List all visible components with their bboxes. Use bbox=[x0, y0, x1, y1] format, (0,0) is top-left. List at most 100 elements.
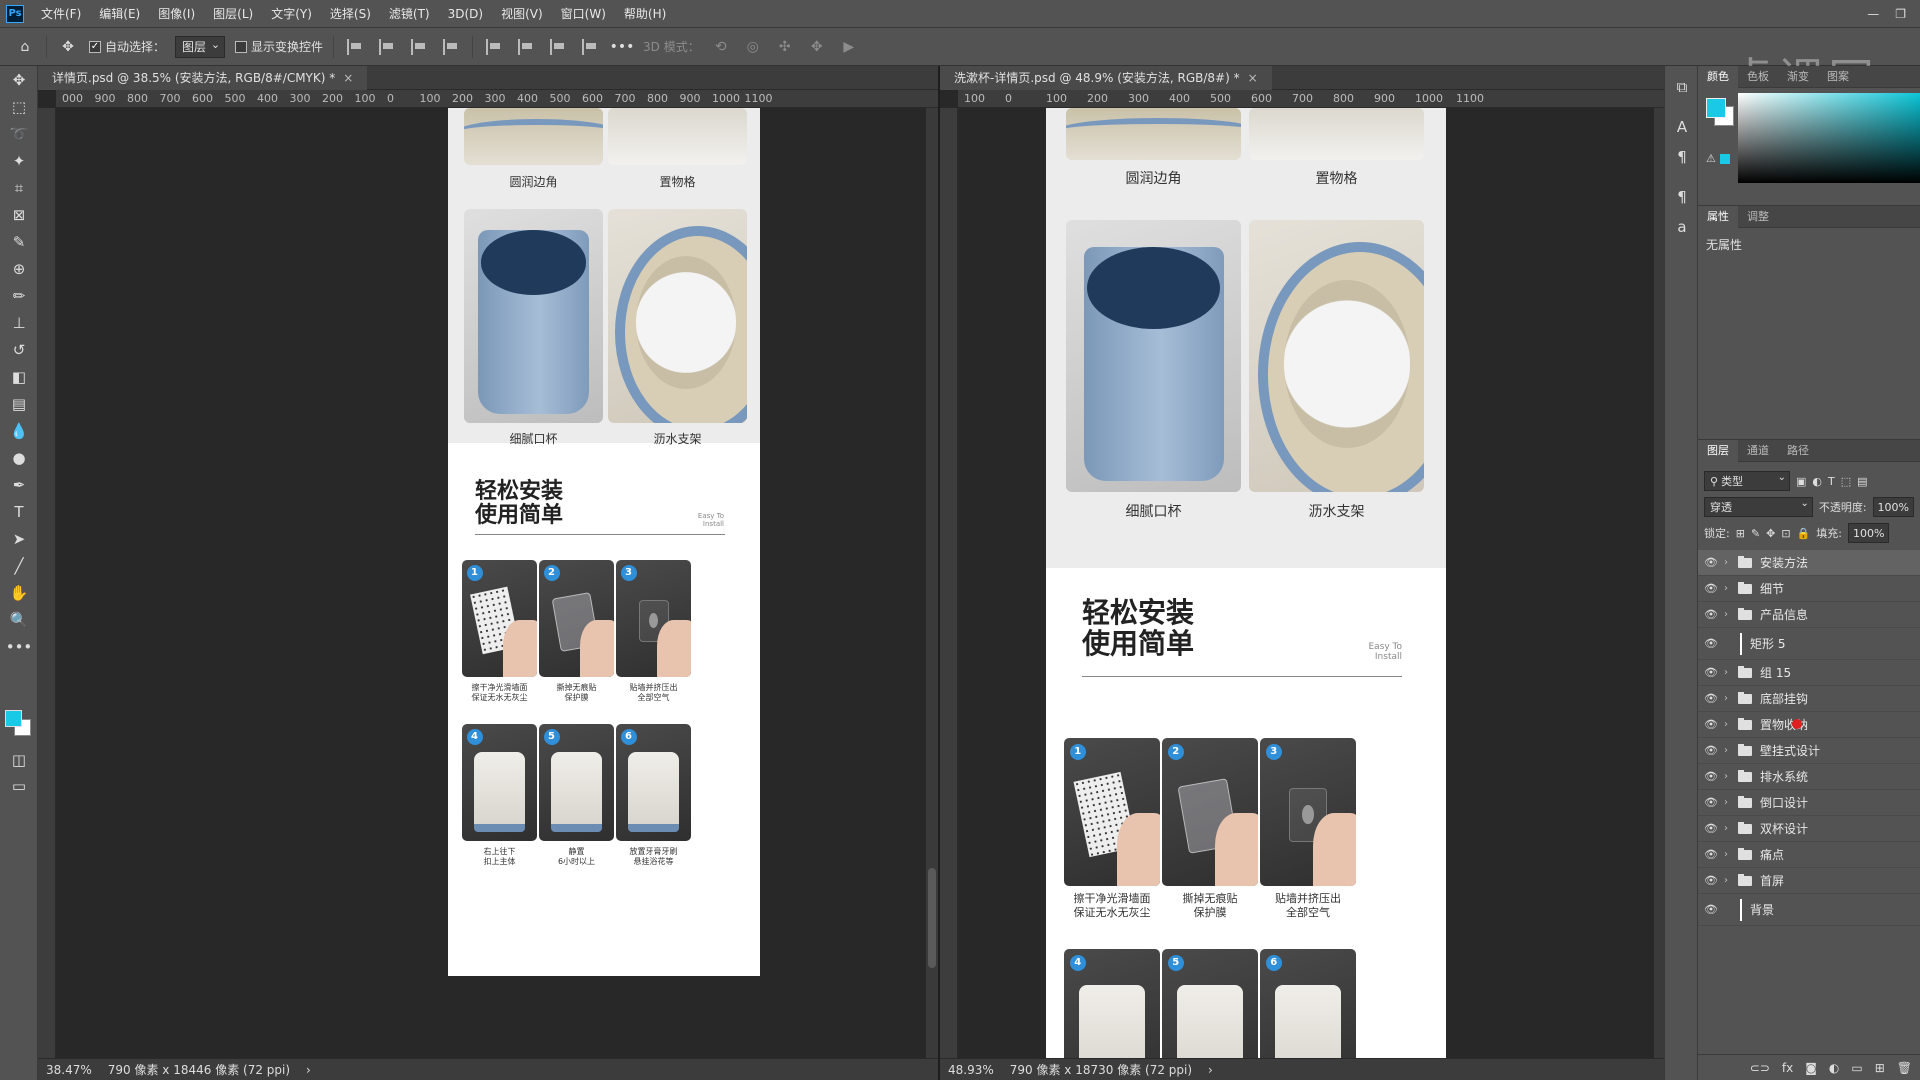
layer-filter-dropdown[interactable]: ⚲ 类型 bbox=[1704, 471, 1790, 491]
layer-row[interactable]: 👁 › 安装方法 bbox=[1698, 550, 1920, 576]
line-tool-icon[interactable]: ╱ bbox=[0, 552, 38, 579]
panel-tab[interactable]: 属性 bbox=[1698, 205, 1738, 228]
chevron-right-icon[interactable]: › bbox=[306, 1063, 311, 1077]
crop-tool-icon[interactable]: ⌗ bbox=[0, 174, 38, 201]
layer-row[interactable]: 👁 › 痛点 bbox=[1698, 842, 1920, 868]
paragraph-styles-icon[interactable]: ¶ bbox=[1665, 182, 1699, 212]
layer-row[interactable]: 👁 矩形 5 bbox=[1698, 628, 1920, 660]
layer-row[interactable]: 👁 背景 bbox=[1698, 894, 1920, 926]
align-hcenter-icon[interactable] bbox=[376, 36, 398, 58]
chevron-right-icon[interactable]: › bbox=[1724, 875, 1738, 886]
healing-brush-tool-icon[interactable]: ⊕ bbox=[0, 255, 38, 282]
panel-tab[interactable]: 调整 bbox=[1738, 206, 1778, 228]
eye-icon[interactable]: 👁 bbox=[1698, 874, 1724, 887]
eraser-tool-icon[interactable]: ◧ bbox=[0, 363, 38, 390]
filter-pixel-icon[interactable]: ▣ bbox=[1796, 475, 1806, 488]
chevron-right-icon[interactable]: › bbox=[1208, 1063, 1213, 1077]
menu-item[interactable]: 滤镜(T) bbox=[380, 0, 439, 28]
panel-tab[interactable]: 色板 bbox=[1738, 66, 1778, 88]
show-transform-checkbox[interactable]: 显示变换控件 bbox=[235, 38, 323, 55]
zoom-tool-icon[interactable]: 🔍 bbox=[0, 606, 38, 633]
layer-row[interactable]: 👁 › 组 15 bbox=[1698, 660, 1920, 686]
menu-item[interactable]: 帮助(H) bbox=[615, 0, 675, 28]
opacity-input[interactable]: 100% bbox=[1872, 497, 1914, 517]
character-styles-icon[interactable]: a bbox=[1665, 212, 1699, 242]
blur-tool-icon[interactable]: 💧 bbox=[0, 417, 38, 444]
chevron-right-icon[interactable]: › bbox=[1724, 667, 1738, 678]
character-icon[interactable]: A bbox=[1665, 112, 1699, 142]
layer-row[interactable]: 👁 › 底部挂钩 bbox=[1698, 686, 1920, 712]
type-tool-icon[interactable]: T bbox=[0, 498, 38, 525]
delete-layer-icon[interactable]: 🗑 bbox=[1897, 1061, 1912, 1075]
menu-item[interactable]: 编辑(E) bbox=[90, 0, 149, 28]
distribute-horizontal-icon[interactable] bbox=[440, 36, 462, 58]
move-tool-icon[interactable]: ✥ bbox=[0, 66, 38, 93]
eye-icon[interactable]: 👁 bbox=[1698, 582, 1724, 595]
zoom-level[interactable]: 48.93% bbox=[948, 1063, 994, 1077]
hand-tool-icon[interactable]: ✋ bbox=[0, 579, 38, 606]
eye-icon[interactable]: 👁 bbox=[1698, 556, 1724, 569]
dodge-tool-icon[interactable]: ● bbox=[0, 444, 38, 471]
more-options-icon[interactable]: ••• bbox=[610, 36, 635, 58]
menu-item[interactable]: 文件(F) bbox=[32, 0, 90, 28]
eye-icon[interactable]: 👁 bbox=[1698, 796, 1724, 809]
foreground-color-swatch[interactable] bbox=[5, 710, 22, 727]
menu-item[interactable]: 图像(I) bbox=[149, 0, 204, 28]
color-picker-field[interactable] bbox=[1738, 93, 1920, 183]
menu-item[interactable]: 图层(L) bbox=[204, 0, 262, 28]
chevron-right-icon[interactable]: › bbox=[1724, 771, 1738, 782]
menu-item[interactable]: 3D(D) bbox=[439, 0, 492, 28]
eye-icon[interactable]: 👁 bbox=[1698, 903, 1724, 916]
layer-row[interactable]: 👁 › 排水系统 bbox=[1698, 764, 1920, 790]
chevron-right-icon[interactable]: › bbox=[1724, 849, 1738, 860]
chevron-right-icon[interactable]: › bbox=[1724, 719, 1738, 730]
chevron-right-icon[interactable]: › bbox=[1724, 609, 1738, 620]
eye-icon[interactable]: 👁 bbox=[1698, 718, 1724, 731]
canvas-area[interactable]: 圆润边角 置物格 细腻口杯 沥水支架 轻松安装 使用简单 Easy To Ins… bbox=[958, 108, 1654, 1058]
marquee-tool-icon[interactable]: ⬚ bbox=[0, 93, 38, 120]
align-vcenter-icon[interactable] bbox=[515, 36, 537, 58]
artboard[interactable]: 圆润边角 置物格 细腻口杯 沥水支架 轻松安装 使用简单 Easy To Ins… bbox=[448, 108, 760, 976]
auto-select-dropdown[interactable]: 图层 bbox=[175, 35, 226, 58]
brush-tool-icon[interactable]: ✏ bbox=[0, 282, 38, 309]
3d-roll-icon[interactable]: ◎ bbox=[742, 36, 764, 58]
layer-row[interactable]: 👁 › 倒口设计 bbox=[1698, 790, 1920, 816]
panel-tab[interactable]: 图层 bbox=[1698, 439, 1738, 462]
panel-tab[interactable]: 通道 bbox=[1738, 440, 1778, 462]
edit-toolbar-icon[interactable]: ••• bbox=[0, 633, 38, 660]
lock-artboard-icon[interactable]: ⊡ bbox=[1781, 527, 1790, 540]
align-bottom-icon[interactable] bbox=[547, 36, 569, 58]
panel-tab[interactable]: 图案 bbox=[1818, 66, 1858, 88]
filter-shape-icon[interactable]: ⬚ bbox=[1841, 475, 1851, 488]
filter-type-icon[interactable]: T bbox=[1828, 475, 1835, 488]
panel-tab[interactable]: 颜色 bbox=[1698, 65, 1738, 88]
eye-icon[interactable]: 👁 bbox=[1698, 770, 1724, 783]
menu-item[interactable]: 选择(S) bbox=[321, 0, 380, 28]
adjustment-layer-icon[interactable]: ◐ bbox=[1829, 1061, 1839, 1075]
document-tab[interactable]: 洗漱杯-详情页.psd @ 48.9% (安装方法, RGB/8#) * × bbox=[940, 65, 1272, 90]
menu-item[interactable]: 视图(V) bbox=[492, 0, 552, 28]
align-top-icon[interactable] bbox=[483, 36, 505, 58]
panel-tab[interactable]: 渐变 bbox=[1778, 66, 1818, 88]
eye-icon[interactable]: 👁 bbox=[1698, 692, 1724, 705]
align-right-icon[interactable] bbox=[408, 36, 430, 58]
lock-transparent-icon[interactable]: ⊞ bbox=[1736, 527, 1745, 540]
eye-icon[interactable]: 👁 bbox=[1698, 822, 1724, 835]
path-selection-tool-icon[interactable]: ➤ bbox=[0, 525, 38, 552]
paragraph-icon[interactable]: ¶ bbox=[1665, 142, 1699, 172]
history-brush-tool-icon[interactable]: ↺ bbox=[0, 336, 38, 363]
distribute-vertical-icon[interactable] bbox=[579, 36, 601, 58]
move-tool-icon[interactable]: ✥ bbox=[57, 36, 79, 58]
minimize-icon[interactable]: — bbox=[1867, 7, 1879, 21]
chevron-right-icon[interactable]: › bbox=[1724, 823, 1738, 834]
close-icon[interactable]: × bbox=[343, 71, 353, 85]
scrollbar-thumb[interactable] bbox=[928, 868, 936, 968]
restore-icon[interactable]: ❐ bbox=[1895, 7, 1906, 21]
menu-item[interactable]: 窗口(W) bbox=[552, 0, 615, 28]
artboard[interactable]: 圆润边角 置物格 细腻口杯 沥水支架 轻松安装 使用简单 Easy To Ins… bbox=[1046, 108, 1446, 1058]
document-tab[interactable]: 详情页.psd @ 38.5% (安装方法, RGB/8#/CMYK) * × bbox=[38, 65, 368, 90]
lasso-tool-icon[interactable]: ➰ bbox=[0, 120, 38, 147]
web-safe-swatch[interactable] bbox=[1720, 154, 1730, 164]
pen-tool-icon[interactable]: ✒ bbox=[0, 471, 38, 498]
auto-select-checkbox[interactable]: ✓ 自动选择： bbox=[89, 38, 165, 55]
